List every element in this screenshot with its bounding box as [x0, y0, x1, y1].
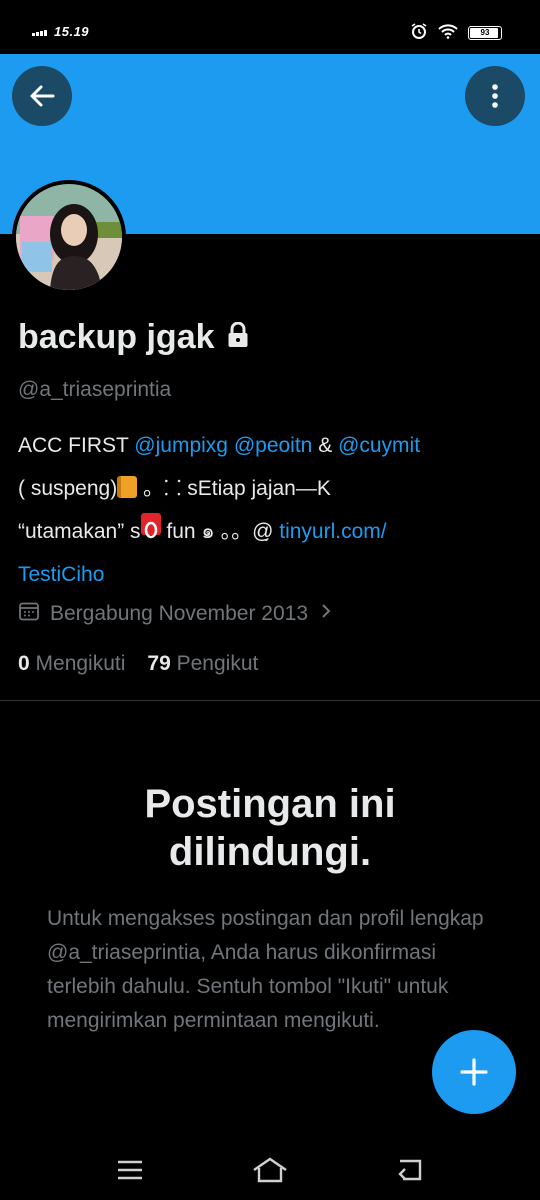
- display-name: backup jgak: [18, 318, 215, 356]
- lock-icon: [227, 318, 249, 357]
- battery-icon: 93: [468, 25, 502, 40]
- bio-line-4: TestiCiho: [18, 553, 518, 596]
- profile-name: backup jgak: [18, 318, 249, 357]
- calendar-icon: [18, 600, 40, 628]
- bio-line-2: ( suspeng) 。⸬ sEtiap jajan—K: [18, 467, 518, 510]
- bio-line-3: “utamakan” s fun ๑ 。。@̣ tinyurl.com/: [18, 510, 518, 553]
- profile-handle: @a_triaseprintia: [18, 378, 172, 401]
- bio-text: ( suspeng): [18, 477, 118, 500]
- joined-text: Bergabung November 2013: [50, 602, 309, 625]
- protected-message: Untuk mengakses postingan dan profil len…: [47, 907, 484, 1032]
- bio-text: ACC FIRST: [18, 434, 135, 457]
- status-time: 15.19: [54, 24, 90, 39]
- book-emoji-icon: [117, 476, 138, 498]
- mention-link[interactable]: @peoitn: [234, 434, 313, 457]
- battery-percent: 93: [480, 27, 490, 37]
- following-link[interactable]: 0 Mengikuti: [18, 652, 125, 676]
- mention-link[interactable]: @jumpixg: [134, 434, 228, 457]
- system-nav-bar: [0, 1140, 540, 1200]
- mention-link[interactable]: @cuymit: [338, 434, 420, 457]
- back-button[interactable]: [12, 66, 72, 126]
- more-options-button[interactable]: [465, 66, 525, 126]
- bio-text: “utamakan” s: [18, 520, 141, 543]
- arrow-left-icon: [30, 85, 55, 107]
- menu-icon: [118, 1160, 142, 1180]
- plus-icon: [460, 1058, 488, 1086]
- wifi-icon: [438, 23, 458, 42]
- home-icon: [253, 1157, 287, 1183]
- recent-apps-button[interactable]: [100, 1150, 160, 1190]
- followers-label: Pengikut: [176, 652, 259, 675]
- protected-title-line: dilindungi.: [168, 830, 372, 874]
- back-icon: [398, 1159, 422, 1181]
- more-vertical-icon: [492, 84, 498, 108]
- protected-title-line: Postingan ini: [144, 782, 396, 826]
- joined-date[interactable]: Bergabung November 2013: [18, 600, 334, 628]
- home-button[interactable]: [240, 1150, 300, 1190]
- profile-bio: ACC FIRST @jumpixg @peoitn & @cuymit ( s…: [18, 424, 518, 596]
- signal-icon: [32, 30, 47, 36]
- zero-emoji-icon: [140, 513, 161, 539]
- following-count: 0: [18, 652, 30, 675]
- bio-link[interactable]: TestiCiho: [18, 563, 104, 586]
- chevron-right-icon: [318, 601, 334, 627]
- divider: [0, 700, 540, 701]
- back-nav-button[interactable]: [380, 1150, 440, 1190]
- bio-text: &: [312, 434, 339, 457]
- followers-link[interactable]: 79 Pengikut: [147, 652, 258, 676]
- avatar[interactable]: [12, 180, 126, 294]
- protected-title: Postingan ini dilindungi.: [0, 780, 540, 876]
- bio-line-1: ACC FIRST @jumpixg @peoitn & @cuymit: [18, 424, 518, 467]
- followers-count: 79: [147, 652, 171, 675]
- bio-text: fun ๑ 。。@̣: [160, 520, 280, 543]
- following-label: Mengikuti: [35, 652, 126, 675]
- alarm-icon: [410, 22, 428, 43]
- bio-text: 。⸬ sEtiap jajan—K: [137, 477, 331, 500]
- compose-button[interactable]: [432, 1030, 516, 1114]
- follow-stats: 0 Mengikuti 79 Pengikut: [18, 652, 258, 676]
- bio-link[interactable]: tinyurl.com/: [279, 520, 386, 543]
- status-bar: 15.19 93: [0, 0, 540, 54]
